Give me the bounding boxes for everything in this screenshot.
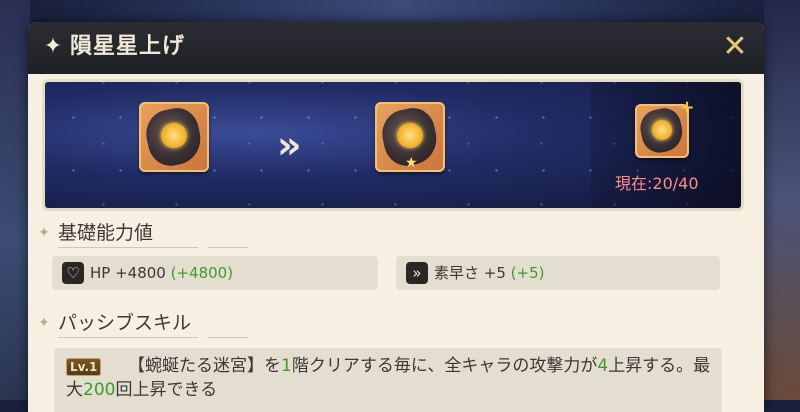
speed-icon: »	[406, 262, 428, 284]
stat-speed-value: 素早さ +5	[434, 264, 506, 282]
dialog-header: ✦ 隕星星上げ ✕	[28, 22, 764, 74]
background-right	[764, 0, 800, 400]
four-point-star-icon: ✦	[43, 34, 63, 59]
meteor-item-current-icon	[139, 102, 209, 172]
upgrade-preview-banner: » ★ + 現在:20/40	[42, 79, 744, 211]
passive-skill-title: パッシブスキル	[58, 312, 192, 334]
meteor-star-upgrade-dialog: ✦ 隕星星上げ ✕ » ★ + 現在:20/40 ✦ 基礎能力値 ♡ HP +4…	[28, 22, 764, 412]
passive-skill-box: Lv.1 【蜿蜒たる迷宮】を1階クリアする毎に、全キャラの攻撃力が4上昇する。最…	[54, 348, 722, 412]
heart-icon: ♡	[62, 262, 84, 284]
star-bullet-icon: ✦	[38, 315, 50, 331]
plus-icon: +	[679, 97, 695, 118]
sparkle-icon: ★	[405, 155, 418, 171]
section-divider	[58, 337, 260, 338]
meteor-material-icon[interactable]: +	[635, 99, 695, 158]
basic-stats-title: 基礎能力値	[58, 222, 154, 244]
current-count: 現在:20/40	[615, 174, 699, 193]
section-divider	[58, 247, 260, 248]
meteor-item-upgraded-icon: ★	[375, 102, 445, 172]
dialog-title: 隕星星上げ	[70, 34, 186, 59]
close-icon[interactable]: ✕	[720, 32, 750, 62]
background-left	[0, 0, 30, 400]
stat-speed: » 素早さ +5 (+5)	[396, 256, 720, 290]
star-bullet-icon: ✦	[38, 225, 50, 241]
arrow-right-icon: »	[277, 123, 301, 167]
stat-hp-bonus: (+4800)	[170, 264, 234, 282]
stat-hp-value: HP +4800	[90, 264, 166, 282]
stat-speed-bonus: (+5)	[510, 264, 545, 282]
stat-hp: ♡ HP +4800 (+4800)	[52, 256, 378, 290]
skill-description: 【蜿蜒たる迷宮】を1階クリアする毎に、全キャラの攻撃力が4上昇する。最大200回…	[66, 356, 711, 400]
